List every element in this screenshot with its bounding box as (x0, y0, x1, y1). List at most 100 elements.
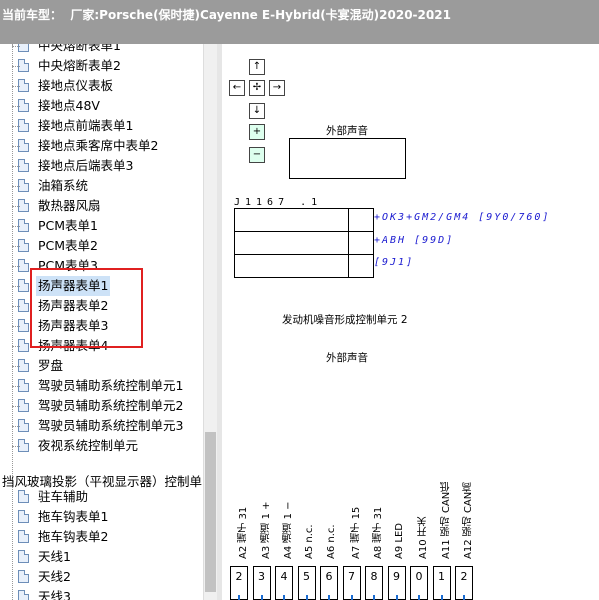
tree-item-label: PCM表单1 (38, 218, 99, 233)
tree-item-label: 接地点48V (38, 98, 100, 113)
pin-number: 6 (325, 570, 333, 583)
option-row-line (234, 231, 374, 232)
pin-label: A8 端子 31 (371, 449, 386, 559)
pin-code: A6 (326, 545, 337, 559)
pin-number: 5 (303, 570, 310, 583)
connector-pin: 0 (410, 566, 428, 600)
tree-connector (12, 246, 20, 247)
option-table (234, 208, 374, 278)
tree-connector (12, 346, 20, 347)
title-dot: . (430, 8, 435, 22)
connector-pin: 8 (365, 566, 383, 600)
tree-item-label: 接地点前端表单1 (38, 118, 134, 133)
tree-item-label: PCM表单2 (38, 238, 99, 253)
tree-item-label: 驾驶员辅助系统控制单元3 (38, 418, 184, 433)
option-row-line (234, 254, 374, 255)
tree-item-label: 接地点乘客席中表单2 (38, 138, 159, 153)
pan-up-button[interactable]: ↑ (249, 59, 265, 75)
pin-code: A11 (440, 539, 452, 559)
pin-function: 端子 31 (373, 506, 384, 543)
tree-parent-item[interactable]: 挡风玻璃投影（平视显示器）控制单 (2, 471, 202, 490)
pin-function: 驱动 CAN低 (440, 481, 452, 537)
tree-item-label: 油箱系统 (38, 178, 89, 193)
pin-number: 9 (393, 570, 400, 583)
pin-number: 4 (280, 570, 288, 583)
pin-number: 2 (460, 570, 468, 583)
tree-item-label: 接地点仪表板 (38, 78, 114, 93)
tree-connector (12, 66, 20, 67)
tree-connector (12, 366, 20, 367)
tree-item-label: 中央熔断表单2 (38, 58, 121, 73)
tree-item-label: 散热器风扇 (38, 198, 101, 213)
document-icon (18, 530, 29, 543)
title-prefix: 当前车型： (2, 8, 63, 22)
tree-connector (12, 306, 20, 307)
tree-panel: 中央熔断表单1 中央熔断表单2 接地点仪表板 接地点48V 接地点前端表单1 接地点乘客席… (0, 44, 203, 600)
tree-item-label: 天线3 (38, 589, 71, 600)
pin-label: A4 通道 1 − (281, 449, 296, 560)
pin-number: 7 (348, 570, 355, 583)
pin-label: A6 n.c. (326, 449, 337, 559)
pan-right-button[interactable]: → (269, 80, 285, 96)
tree-line (12, 44, 13, 600)
tree-item-label: 中央熔断表单1 (38, 44, 121, 53)
title-bar: 当前车型： 厂家:Porsche(保时捷)Cayenne E-Hybrid(卡宴… (0, 0, 599, 44)
pin-function: 开关 (418, 516, 429, 537)
tree-connector (12, 126, 20, 127)
pin-number: 8 (370, 570, 378, 583)
pin-code: A10 (418, 539, 429, 559)
wiring-diagram: ↑ ← ✢ → ↓ + − 外部声音 J1167 .1 +OK3+GM2/GM4… (222, 44, 599, 600)
document-icon (18, 490, 29, 503)
zoom-out-button[interactable]: − (249, 147, 265, 163)
tree-connector (12, 106, 20, 107)
pin-code: A8 (373, 545, 384, 559)
pin-number: 2 (235, 570, 243, 583)
pin-code: A4 (283, 545, 294, 559)
connector-pin: 3 (252, 566, 271, 600)
tree-connector (12, 226, 20, 227)
title-maker: 厂家:Porsche(保时捷)Cayenne E-Hybrid(卡宴混动)202… (70, 8, 451, 22)
zoom-in-button[interactable]: + (249, 124, 265, 140)
pin-function: LED (393, 523, 405, 543)
pin-code: A9 (393, 545, 405, 559)
document-icon (18, 570, 29, 583)
tree-connector (12, 206, 20, 207)
outer-sound-label-2: 外部声音 (326, 352, 368, 364)
outer-sound-box (289, 138, 406, 179)
connector-pin: 4 (275, 566, 293, 600)
connector-id: J1167 .1 (234, 197, 323, 208)
tree-item-label: 天线2 (38, 569, 71, 584)
tree-scrollbar[interactable] (203, 44, 217, 600)
connector-pin: 2 (230, 566, 248, 600)
option-code-1: +OK3+GM2/GM4 [9Y0/760] (374, 212, 551, 223)
pin-label: A3 通道 1 + (259, 449, 274, 560)
connector-pin: 6 (320, 566, 338, 600)
connector-pin: 7 (342, 566, 361, 600)
pin-label: A12 驱动 CAN高 (461, 449, 476, 559)
tree-item-label: 拖车钩表单1 (38, 509, 109, 524)
tree-connector (12, 166, 20, 167)
scrollbar-thumb[interactable] (205, 432, 216, 592)
pin-label: A2 端子 31 (236, 449, 251, 559)
pin-code: A12 (463, 539, 474, 559)
tree-connector (12, 446, 20, 447)
highlight-box (30, 268, 143, 348)
tree-item-label: 夜视系统控制单元 (38, 438, 139, 453)
pan-left-button[interactable]: ← (229, 80, 245, 96)
pan-center-button[interactable]: ✢ (249, 80, 265, 96)
tree-item-label: 驾驶员辅助系统控制单元2 (38, 398, 184, 413)
tree-connector (12, 266, 20, 267)
tree-item-label: 接地点后端表单3 (38, 158, 134, 173)
tree-connector (12, 186, 20, 187)
pin-label: A9 LED (394, 449, 405, 559)
tree-connector (12, 326, 20, 327)
tree-item-label: 驻车辅助 (38, 489, 89, 504)
tree-connector (12, 426, 20, 427)
pin-label: A11 驱动 CAN低 (439, 449, 454, 559)
option-col-line (348, 208, 349, 278)
outer-sound-label-1: 外部声音 (326, 125, 368, 137)
tree-item-label: 拖车钩表单2 (38, 529, 109, 544)
pin-code: A5 (303, 545, 315, 559)
connector-pin: 1 (432, 566, 451, 600)
pan-down-button[interactable]: ↓ (249, 103, 265, 119)
